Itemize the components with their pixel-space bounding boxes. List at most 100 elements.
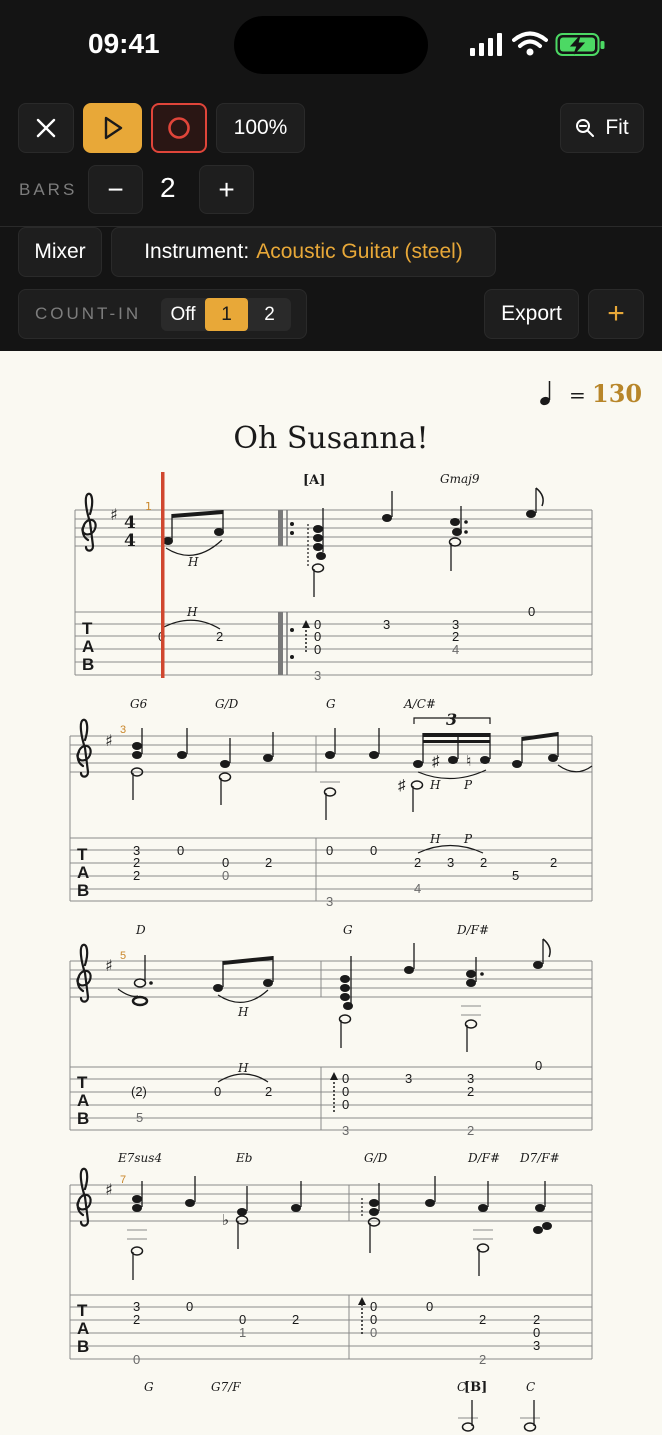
instrument-selector[interactable]: Instrument: Acoustic Guitar (steel) (111, 227, 496, 277)
svg-text:2: 2 (216, 629, 223, 644)
svg-text:4: 4 (124, 531, 136, 551)
zoom-level-button[interactable]: 100% (216, 103, 305, 153)
svg-text:P: P (463, 778, 473, 792)
svg-text:♯: ♯ (105, 731, 113, 750)
svg-text:A: A (77, 1319, 89, 1338)
svg-text:H: H (429, 832, 441, 846)
count-in-2[interactable]: 2 (248, 298, 291, 331)
measure-number: 3 (120, 724, 126, 736)
dynamic-island (234, 16, 428, 74)
count-in-1[interactable]: 1 (205, 298, 248, 331)
svg-text:G6: G6 (130, 697, 148, 711)
svg-text:B: B (77, 1337, 89, 1356)
count-in-off[interactable]: Off (161, 298, 205, 331)
chord-symbol: Gmaj9 (440, 472, 480, 486)
count-in-group: COUNT-IN Off 1 2 (18, 289, 307, 339)
svg-text:3: 3 (314, 668, 321, 683)
system-4: ♯ 7 T A B E7sus4 Eb G/D D/F# D7/F# ♭ 320… (69, 1151, 593, 1367)
add-track-button[interactable]: + (588, 289, 644, 339)
measure-number: 1 (145, 500, 152, 513)
fit-button[interactable]: Fit (560, 103, 644, 153)
svg-text:(2): (2) (131, 1084, 147, 1099)
svg-text:P: P (463, 832, 473, 846)
svg-text:2: 2 (480, 855, 487, 870)
top-control-bar: 09:41 100% Fit BARS − 2 + Mixer Instrume… (0, 0, 662, 351)
svg-text:2: 2 (292, 1312, 299, 1327)
svg-text:0: 0 (370, 843, 377, 858)
svg-text:2: 2 (133, 868, 140, 883)
svg-text:2: 2 (479, 1312, 486, 1327)
tempo-marking: = 130 (540, 379, 642, 408)
svg-text:2: 2 (265, 855, 272, 870)
battery-charging-icon (555, 33, 605, 56)
svg-text:0: 0 (222, 868, 229, 883)
svg-text:3: 3 (326, 894, 333, 909)
mixer-button[interactable]: Mixer (18, 227, 102, 277)
svg-text:D: D (135, 923, 146, 937)
status-time: 09:41 (88, 28, 160, 59)
svg-text:G/D: G/D (215, 697, 239, 711)
rehearsal-mark: [B] (464, 1380, 487, 1395)
svg-text:♯: ♯ (398, 777, 406, 794)
bars-value: 2 (160, 172, 176, 203)
score-view[interactable]: = 130 Oh Susanna! ♯ 4 4 1 T A B H 2 H [A… (0, 351, 662, 1435)
svg-text:G: G (144, 1380, 154, 1394)
svg-text:4: 4 (452, 642, 459, 657)
svg-text:0: 0 (326, 843, 333, 858)
svg-text:A: A (77, 1091, 89, 1110)
svg-text:2: 2 (133, 1312, 140, 1327)
measure-number: 7 (120, 1174, 126, 1186)
score-title: Oh Susanna! (233, 421, 428, 456)
svg-text:1: 1 (239, 1325, 246, 1340)
bars-increase-button[interactable]: + (199, 165, 254, 214)
svg-text:2: 2 (265, 1084, 272, 1099)
playhead-cursor[interactable] (161, 472, 165, 678)
export-button[interactable]: Export (484, 289, 579, 339)
svg-text:3: 3 (533, 1338, 540, 1353)
system-3: ♯ 5 T A B D G D/F# H (2)5 02 H 0003 3 32… (69, 923, 593, 1138)
count-in-segmented-control: Off 1 2 (161, 298, 291, 331)
svg-text:5: 5 (512, 868, 519, 883)
svg-text:0: 0 (214, 1084, 221, 1099)
svg-text:3: 3 (447, 855, 454, 870)
fit-label: Fit (605, 116, 629, 139)
record-button[interactable] (151, 103, 207, 153)
svg-text:4: 4 (124, 513, 136, 533)
system-2: ♯ 3 T A B G6 G/D G A/C# 3 ♯ ♮ ♯ H P 322 … (69, 697, 593, 909)
svg-text:2: 2 (550, 855, 557, 870)
svg-text:♯: ♯ (105, 956, 113, 975)
svg-text:♮: ♮ (466, 753, 471, 770)
close-button[interactable] (18, 103, 74, 153)
svg-text:3: 3 (446, 710, 457, 729)
svg-text:0: 0 (314, 642, 321, 657)
measure-number: 5 (120, 950, 126, 962)
tab-letter: T (82, 619, 93, 638)
svg-text:♯: ♯ (105, 1180, 113, 1199)
svg-text:0: 0 (370, 1325, 377, 1340)
svg-text:A: A (77, 863, 89, 882)
svg-text:B: B (77, 1109, 89, 1128)
cellular-signal-icon (470, 33, 502, 56)
rehearsal-mark: [A] (303, 473, 325, 488)
svg-text:D7/F#: D7/F# (519, 1151, 560, 1165)
play-button[interactable] (83, 103, 142, 153)
svg-text:T: T (77, 845, 88, 864)
svg-text:D/F#: D/F# (467, 1151, 500, 1165)
svg-text:4: 4 (414, 881, 421, 896)
svg-text:0: 0 (186, 1299, 193, 1314)
svg-text:0: 0 (535, 1058, 542, 1073)
svg-text:3: 3 (383, 617, 390, 632)
svg-text:C: C (526, 1380, 535, 1394)
svg-text:E7sus4: E7sus4 (117, 1151, 162, 1165)
bars-decrease-button[interactable]: − (88, 165, 143, 214)
instrument-prefix: Instrument: (144, 240, 250, 263)
svg-text:0: 0 (133, 1352, 140, 1367)
count-in-label: COUNT-IN (35, 304, 142, 323)
svg-text:H: H (187, 555, 199, 569)
svg-text:0: 0 (177, 843, 184, 858)
tempo-value: 130 (592, 379, 642, 408)
tab-letter: B (82, 655, 94, 674)
svg-text:T: T (77, 1073, 88, 1092)
close-icon (36, 118, 56, 138)
svg-text:2: 2 (479, 1352, 486, 1367)
